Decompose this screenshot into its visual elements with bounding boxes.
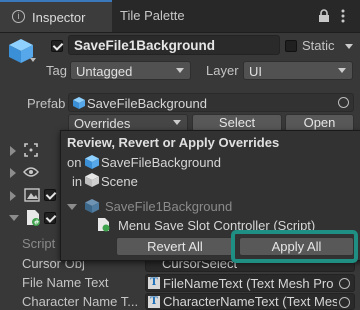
property-label-character-name-text: Character Name T... xyxy=(22,294,139,309)
rect-transform-icon xyxy=(24,143,38,157)
tag-caret-icon xyxy=(176,68,184,73)
prefab-asset-field[interactable]: SaveFileBackground xyxy=(68,93,354,112)
tab-tile-palette[interactable]: Tile Palette xyxy=(120,8,185,23)
component-foldout-4[interactable] xyxy=(9,215,19,221)
prefab-cube-icon xyxy=(73,97,85,109)
prefab-asset-name: SaveFileBackground xyxy=(87,96,207,111)
component-foldout-2[interactable] xyxy=(10,168,16,178)
character-name-text-value: CharacterNameText (Text Mes xyxy=(163,294,337,309)
character-name-picker-icon[interactable] xyxy=(339,297,350,308)
tab-inspector[interactable]: i Inspector xyxy=(0,0,112,32)
tag-dropdown[interactable]: Untagged xyxy=(70,61,191,80)
svg-text:#: # xyxy=(34,219,40,226)
static-dropdown-caret[interactable] xyxy=(345,44,353,49)
tree-root-prefab-icon xyxy=(85,199,99,213)
overrides-caret-icon xyxy=(173,120,181,125)
popup-on-prefix: on xyxy=(67,155,82,170)
script-component-icon: # xyxy=(27,210,40,226)
file-name-text-field[interactable]: T FileNameText (Text Mesh Pro U xyxy=(145,274,355,292)
layer-caret-icon xyxy=(338,68,346,73)
info-icon: i xyxy=(12,10,25,23)
popup-title: Review, Revert or Apply Overrides xyxy=(67,135,280,150)
file-name-picker-icon[interactable] xyxy=(339,278,350,289)
tmp-text-icon: T xyxy=(148,277,160,289)
tag-label: Tag xyxy=(46,63,67,78)
property-label-script: Script xyxy=(22,236,56,251)
object-name-value: SaveFile1Background xyxy=(74,38,216,53)
file-name-text-value: FileNameText (Text Mesh Pro U xyxy=(163,276,337,291)
scene-icon xyxy=(85,173,99,187)
layer-dropdown[interactable]: UI xyxy=(243,61,353,80)
kebab-menu-icon[interactable] xyxy=(340,9,346,23)
image-component-enabled-checkbox[interactable] xyxy=(44,189,56,201)
tag-value: Untagged xyxy=(76,64,133,79)
prefab-label: Prefab xyxy=(27,96,66,111)
icon-dropdown-caret[interactable] xyxy=(30,58,36,62)
object-picker-icon[interactable] xyxy=(338,97,349,108)
open-label: Open xyxy=(303,115,336,130)
overrides-label: Overrides xyxy=(74,116,131,131)
popup-in-prefix: in xyxy=(72,174,83,189)
apply-all-highlight xyxy=(231,230,358,263)
image-component-icon xyxy=(24,188,40,202)
static-label: Static xyxy=(302,38,335,53)
select-label: Select xyxy=(218,115,256,130)
property-label-file-name-text: File Name Text xyxy=(22,275,109,290)
component-foldout-1[interactable] xyxy=(10,146,16,156)
component-foldout-3[interactable] xyxy=(10,191,16,201)
revert-all-label: Revert All xyxy=(147,239,203,254)
revert-all-button[interactable]: Revert All xyxy=(116,237,234,256)
tree-child-script-icon xyxy=(98,218,110,232)
popup-on-asset: SaveFileBackground xyxy=(101,155,221,170)
tmp-text-icon-2: T xyxy=(148,296,160,308)
tab-tile-palette-label: Tile Palette xyxy=(120,8,185,23)
layer-value: UI xyxy=(249,64,262,79)
tree-root-label[interactable]: SaveFile1Background xyxy=(105,199,232,214)
tab-inspector-label: Inspector xyxy=(32,10,86,25)
static-checkbox[interactable] xyxy=(285,40,297,52)
eye-icon xyxy=(23,167,39,177)
tree-root-foldout[interactable] xyxy=(67,204,77,210)
popup-prefab-icon xyxy=(85,155,99,169)
lock-icon[interactable] xyxy=(318,9,330,23)
layer-label: Layer xyxy=(206,63,239,78)
script-component-enabled-checkbox[interactable] xyxy=(44,212,56,224)
active-checkbox[interactable] xyxy=(51,40,63,52)
object-name-field[interactable]: SaveFile1Background xyxy=(68,35,280,55)
popup-in-asset: Scene xyxy=(101,174,138,189)
character-name-text-field[interactable]: T CharacterNameText (Text Mes xyxy=(145,293,355,310)
